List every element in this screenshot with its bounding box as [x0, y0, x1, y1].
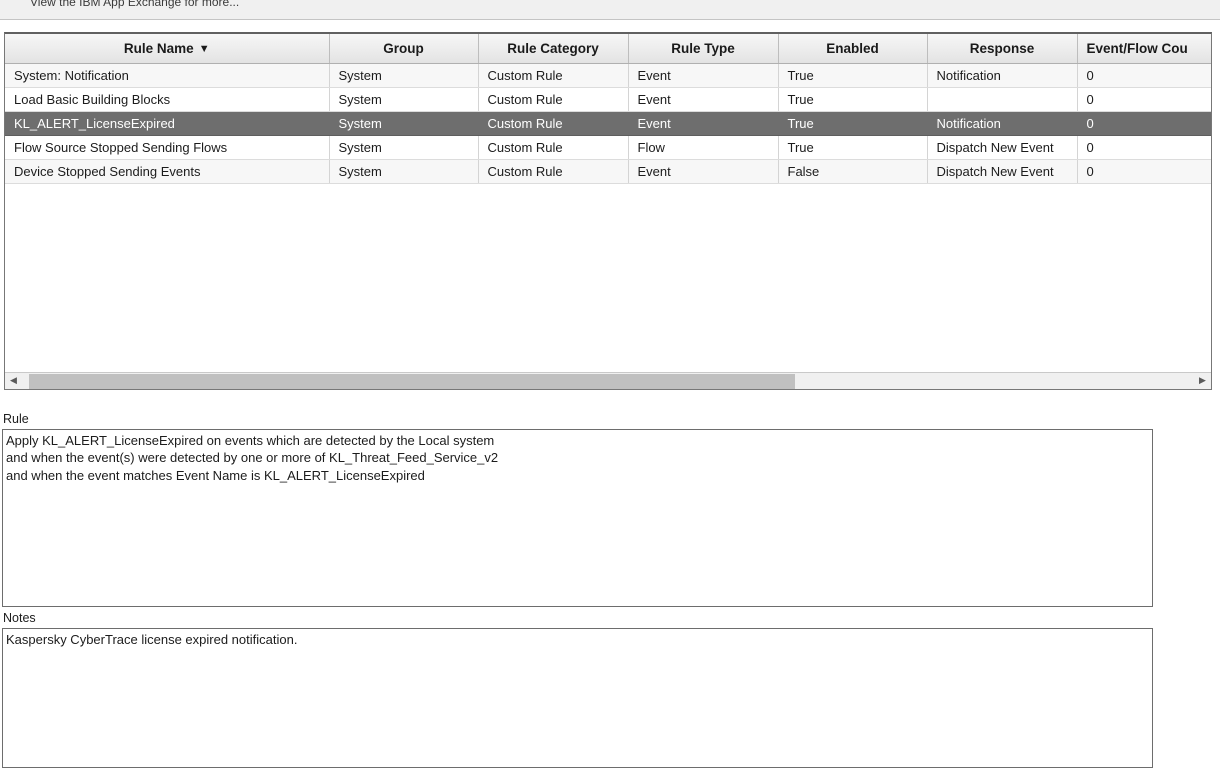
scroll-right-arrow-icon[interactable]: ▶ [1194, 373, 1211, 389]
cell-rule-name: Device Stopped Sending Events [5, 159, 329, 183]
cell-count: 0 [1077, 135, 1211, 159]
rule-text-line: and when the event(s) were detected by o… [6, 449, 1152, 466]
cell-rule-name: KL_ALERT_LicenseExpired [5, 111, 329, 135]
cell-group: System [329, 159, 478, 183]
rule-text-line: and when the event matches Event Name is… [6, 467, 1152, 484]
cell-response [927, 87, 1077, 111]
app-exchange-banner: View the IBM App Exchange for more... [0, 0, 1220, 20]
column-header-rule-type[interactable]: Rule Type [628, 34, 778, 63]
column-header-enabled[interactable]: Enabled [778, 34, 927, 63]
cell-response: Notification [927, 111, 1077, 135]
column-header-rule-name-label: Rule Name [124, 41, 194, 56]
scroll-left-arrow-icon[interactable]: ◀ [5, 373, 22, 389]
cell-rule-category: Custom Rule [478, 159, 628, 183]
rules-table: Rule Name ▼ Group Rule Category Rule Type… [5, 34, 1211, 184]
cell-rule-type: Event [628, 111, 778, 135]
cell-enabled: True [778, 87, 927, 111]
table-row[interactable]: System: Notification System Custom Rule … [5, 63, 1211, 87]
rule-textarea[interactable]: Apply KL_ALERT_LicenseExpired on events … [2, 429, 1153, 607]
table-row-selected[interactable]: KL_ALERT_LicenseExpired System Custom Ru… [5, 111, 1211, 135]
cell-count: 0 [1077, 111, 1211, 135]
cell-count: 0 [1077, 63, 1211, 87]
notes-pane-label: Notes [3, 611, 36, 625]
cell-enabled: True [778, 111, 927, 135]
rules-grid[interactable]: Rule Name ▼ Group Rule Category Rule Type… [4, 32, 1212, 390]
column-header-rule-category[interactable]: Rule Category [478, 34, 628, 63]
table-row[interactable]: Load Basic Building Blocks System Custom… [5, 87, 1211, 111]
cell-rule-type: Event [628, 63, 778, 87]
cell-rule-category: Custom Rule [478, 87, 628, 111]
cell-rule-category: Custom Rule [478, 135, 628, 159]
cell-rule-type: Event [628, 87, 778, 111]
cell-enabled: True [778, 135, 927, 159]
cell-rule-category: Custom Rule [478, 63, 628, 87]
app-exchange-banner-text: View the IBM App Exchange for more... [30, 0, 239, 9]
cell-rule-type: Event [628, 159, 778, 183]
cell-group: System [329, 87, 478, 111]
cell-group: System [329, 135, 478, 159]
cell-enabled: True [778, 63, 927, 87]
cell-group: System [329, 63, 478, 87]
cell-enabled: False [778, 159, 927, 183]
column-header-event-flow-count[interactable]: Event/Flow Cou [1077, 34, 1211, 63]
cell-rule-name: Load Basic Building Blocks [5, 87, 329, 111]
cell-rule-name: Flow Source Stopped Sending Flows [5, 135, 329, 159]
sort-descending-icon[interactable]: ▼ [199, 44, 210, 55]
column-header-group[interactable]: Group [329, 34, 478, 63]
cell-response: Notification [927, 63, 1077, 87]
rule-text-line: Apply KL_ALERT_LicenseExpired on events … [6, 432, 1152, 449]
table-row[interactable]: Device Stopped Sending Events System Cus… [5, 159, 1211, 183]
rules-table-body: System: Notification System Custom Rule … [5, 63, 1211, 183]
horizontal-scrollbar[interactable]: ◀ ▶ [5, 372, 1211, 389]
column-header-response[interactable]: Response [927, 34, 1077, 63]
notes-text-line: Kaspersky CyberTrace license expired not… [6, 631, 1152, 648]
grid-empty-area [5, 184, 1211, 372]
notes-textarea[interactable]: Kaspersky CyberTrace license expired not… [2, 628, 1153, 768]
cell-rule-type: Flow [628, 135, 778, 159]
scrollbar-track[interactable] [22, 373, 1194, 389]
cell-rule-name: System: Notification [5, 63, 329, 87]
cell-count: 0 [1077, 87, 1211, 111]
table-header-row: Rule Name ▼ Group Rule Category Rule Type… [5, 34, 1211, 63]
cell-response: Dispatch New Event [927, 135, 1077, 159]
table-row[interactable]: Flow Source Stopped Sending Flows System… [5, 135, 1211, 159]
column-header-rule-name[interactable]: Rule Name ▼ [5, 34, 329, 63]
cell-count: 0 [1077, 159, 1211, 183]
cell-group: System [329, 111, 478, 135]
scrollbar-thumb[interactable] [29, 374, 795, 389]
cell-rule-category: Custom Rule [478, 111, 628, 135]
cell-response: Dispatch New Event [927, 159, 1077, 183]
rule-pane-label: Rule [3, 412, 29, 426]
